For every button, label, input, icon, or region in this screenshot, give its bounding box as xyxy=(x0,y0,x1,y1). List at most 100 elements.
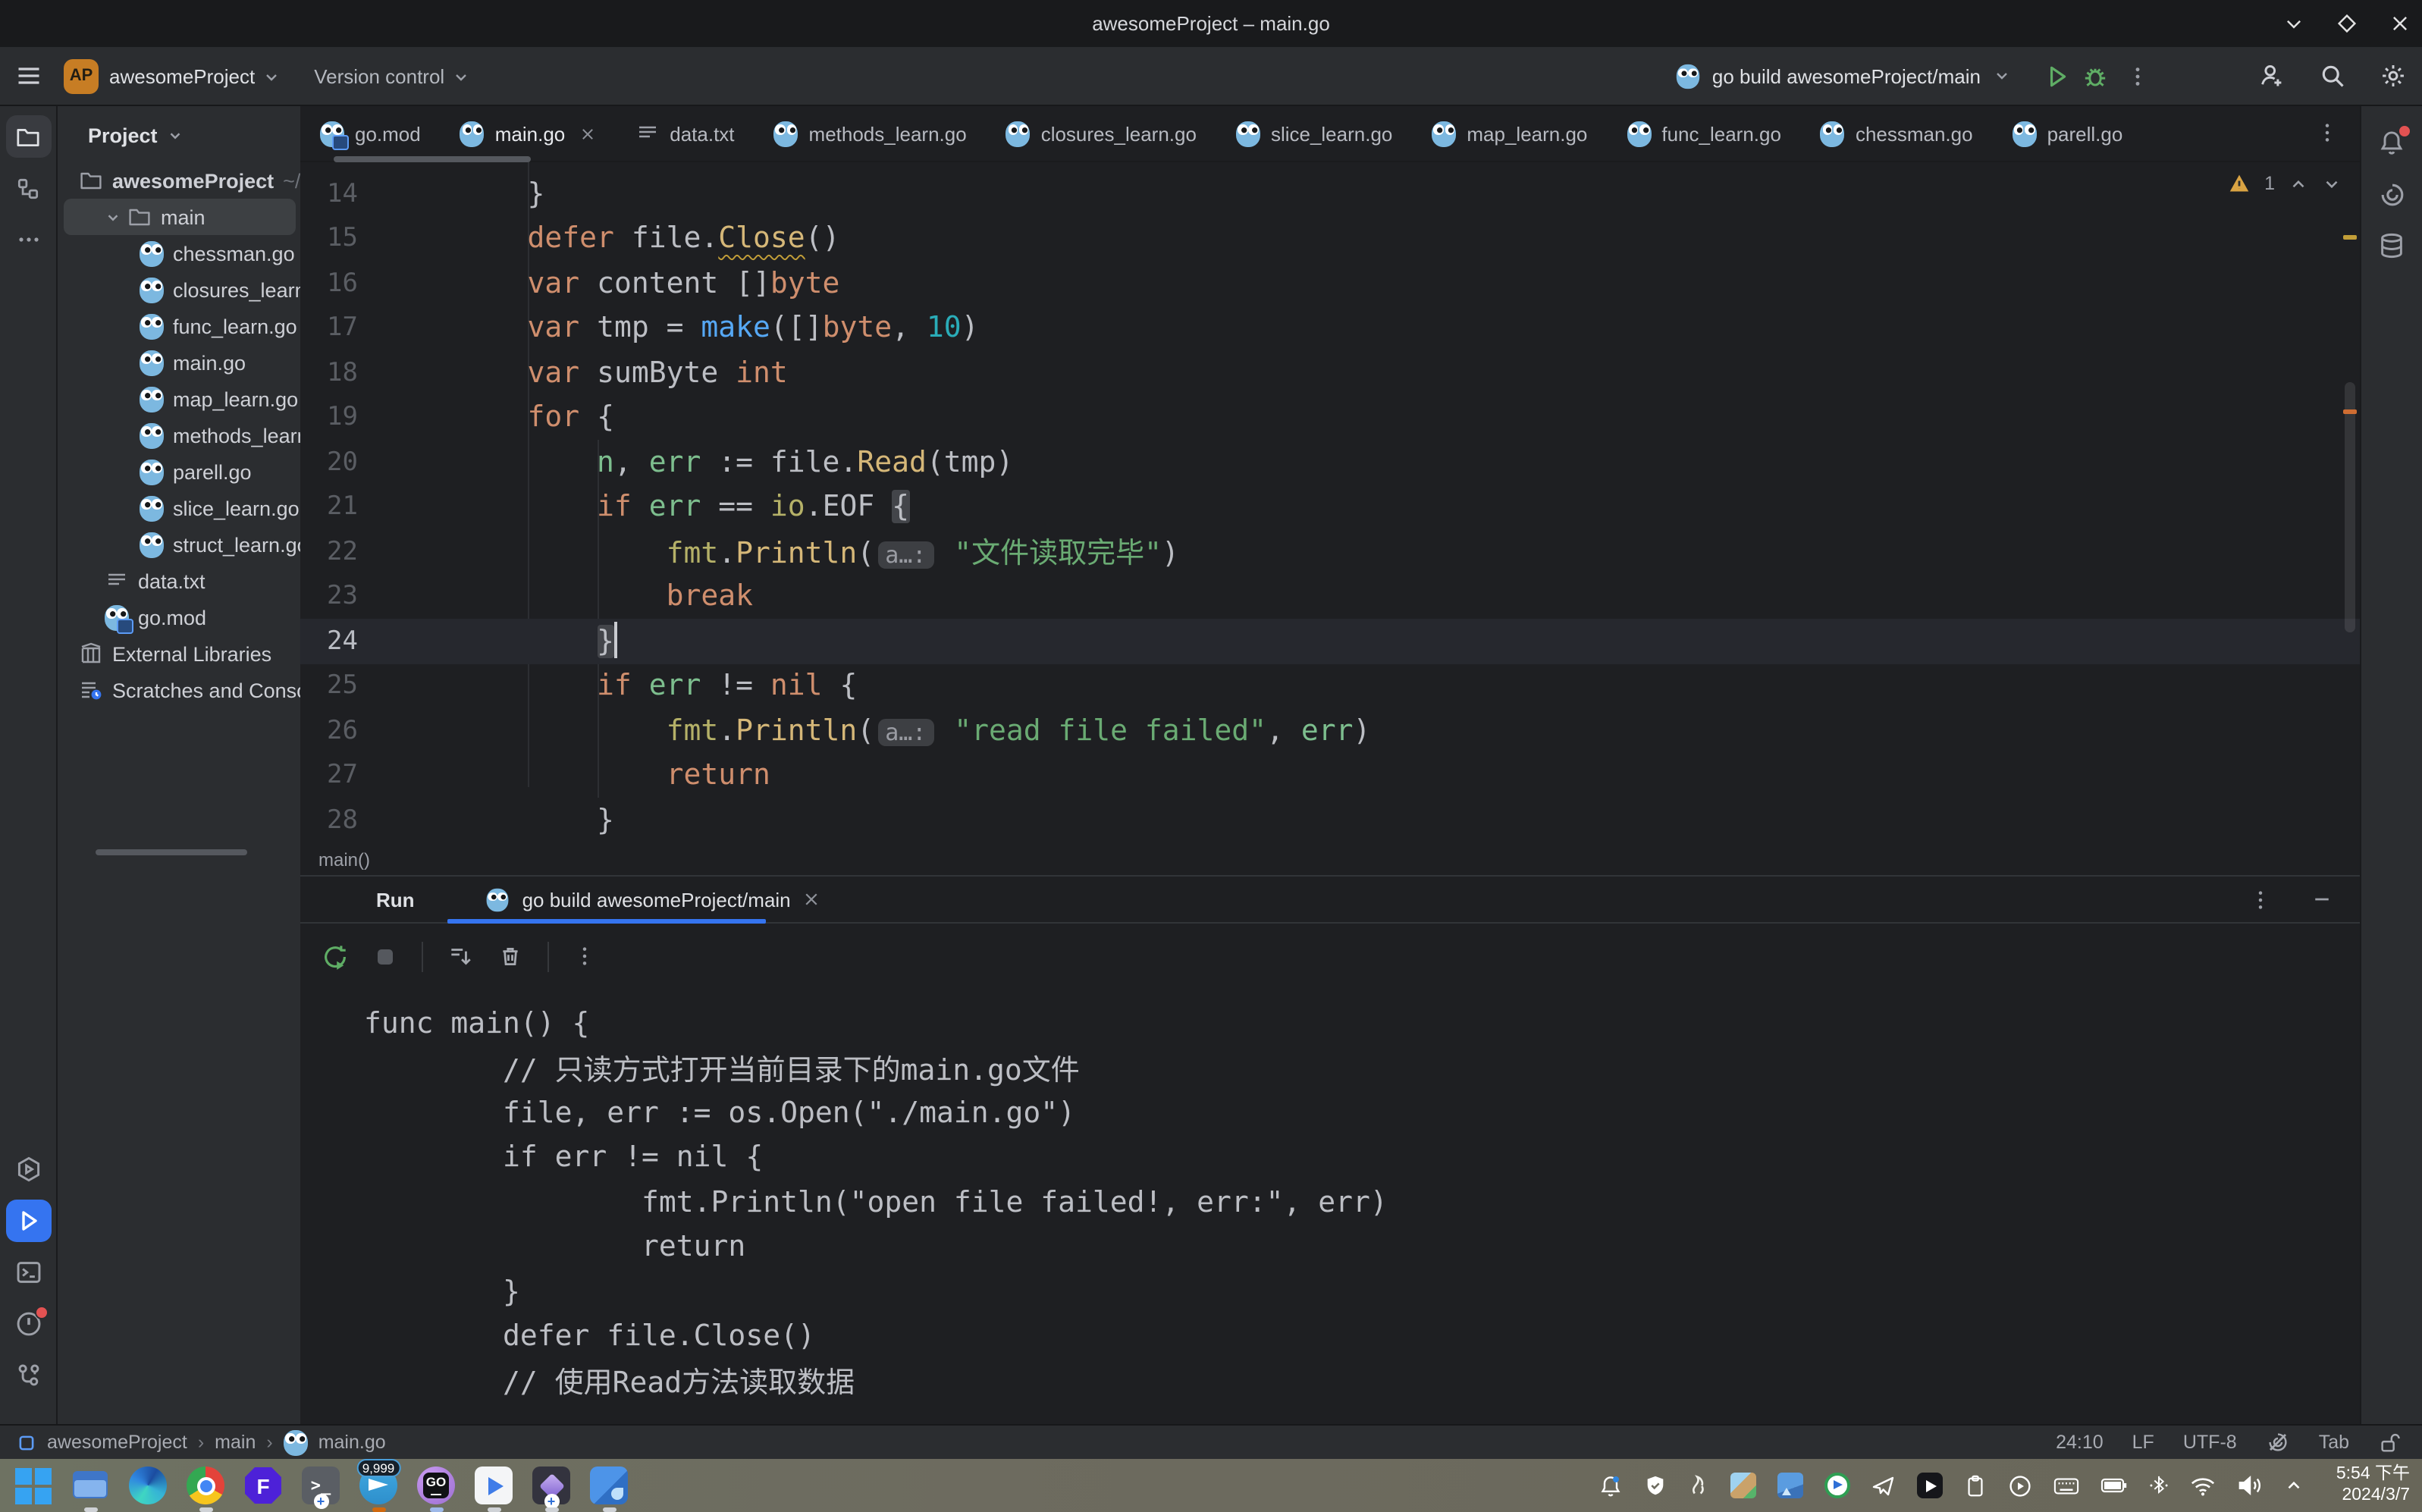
crumb-file[interactable]: main.go xyxy=(318,1432,386,1453)
taskbar-app-fapp[interactable]: F xyxy=(244,1467,282,1504)
code-editor[interactable]: 13 return14 }15 defer file.Close()16 var… xyxy=(300,162,2360,875)
taskbar-clock[interactable]: 5:54 下午 2024/3/7 xyxy=(2336,1464,2410,1506)
close-icon[interactable] xyxy=(2390,14,2410,33)
code-with-me-icon[interactable] xyxy=(2258,62,2286,89)
maximize-icon[interactable] xyxy=(2337,14,2357,33)
tab-options-icon[interactable] xyxy=(2316,121,2339,144)
avatar-tray-icon[interactable] xyxy=(1730,1473,1756,1498)
run-console-output[interactable]: func main() { // 只读方式打开当前目录下的main.go文件 f… xyxy=(300,990,2360,1424)
database-tool-button[interactable] xyxy=(2369,224,2414,267)
search-icon[interactable] xyxy=(2319,62,2346,89)
security-shield-icon[interactable] xyxy=(1644,1474,1667,1497)
terminal-tool-button[interactable] xyxy=(5,1251,51,1294)
run-configuration[interactable]: go build awesomeProject/main xyxy=(1676,63,2149,89)
taskbar-app-player[interactable] xyxy=(475,1467,513,1511)
stop-button[interactable] xyxy=(373,944,397,968)
tree-item-external-libraries[interactable]: External Libraries xyxy=(64,635,296,672)
taskbar-app-explorer[interactable] xyxy=(71,1467,109,1511)
taskbar-app-win[interactable] xyxy=(14,1467,52,1504)
parameter-hint-inlay[interactable]: a…: xyxy=(877,541,934,569)
editor-breadcrumb[interactable]: main() xyxy=(318,849,370,870)
clipboard-tray-icon[interactable] xyxy=(1964,1473,1987,1498)
scroll-to-end-icon[interactable] xyxy=(447,943,473,969)
more-options-icon[interactable] xyxy=(573,945,596,968)
keyboard-tray-icon[interactable] xyxy=(2053,1475,2079,1496)
tab-strip-scrollbar[interactable] xyxy=(334,156,531,162)
file-encoding[interactable]: UTF-8 xyxy=(2183,1432,2237,1453)
more-options-icon[interactable] xyxy=(2249,888,2272,911)
settings-gear-icon[interactable] xyxy=(2380,62,2407,89)
more-tools-icon[interactable] xyxy=(5,218,51,261)
editor-tab-parell-go[interactable]: parell.go xyxy=(1993,106,2143,161)
project-tool-button[interactable] xyxy=(5,115,51,158)
tree-item-data-txt[interactable]: data.txt xyxy=(64,563,296,599)
unlock-icon[interactable] xyxy=(2378,1431,2401,1454)
tree-item-methods-learn-go[interactable]: methods_learn.go xyxy=(64,417,300,453)
structure-tool-button[interactable] xyxy=(5,167,51,209)
inspection-widget[interactable]: 1 xyxy=(2228,173,2342,194)
editor-tab-methods-learn-go[interactable]: methods_learn.go xyxy=(755,106,987,161)
editor-tab-slice-learn-go[interactable]: slice_learn.go xyxy=(1216,106,1412,161)
crumb-project[interactable]: awesomeProject xyxy=(47,1432,187,1453)
proxy-tray-icon[interactable] xyxy=(1824,1473,1850,1498)
git-tool-button[interactable] xyxy=(5,1354,51,1397)
crumb-folder[interactable]: main xyxy=(215,1432,256,1453)
tree-item-struct-learn-go[interactable]: struct_learn.go xyxy=(64,526,300,563)
prev-problem-icon[interactable] xyxy=(2289,174,2308,193)
ai-assistant-off-icon[interactable] xyxy=(2266,1430,2290,1454)
main-menu-icon[interactable] xyxy=(15,62,42,89)
editor-tab-data-txt[interactable]: data.txt xyxy=(615,106,754,161)
tree-item-go-mod[interactable]: go.mod xyxy=(64,599,296,635)
picture-tray-icon[interactable] xyxy=(1777,1473,1803,1498)
rerun-button[interactable] xyxy=(322,943,349,970)
indent-style[interactable]: Tab xyxy=(2319,1432,2349,1453)
taskbar-app-edge[interactable] xyxy=(129,1467,167,1504)
flame-tray-icon[interactable] xyxy=(1688,1474,1709,1497)
editor-vscrollbar[interactable] xyxy=(2345,382,2355,632)
run-tab[interactable]: go build awesomeProject/main xyxy=(486,877,821,922)
tree-item-parell-go[interactable]: parell.go xyxy=(64,453,296,490)
taskbar-app-chrome[interactable] xyxy=(187,1467,224,1511)
volume-tray-icon[interactable] xyxy=(2237,1474,2263,1497)
editor-tab-map-learn-go[interactable]: map_learn.go xyxy=(1412,106,1607,161)
run-button[interactable] xyxy=(2044,63,2070,89)
battery-tray-icon[interactable] xyxy=(2100,1476,2128,1495)
clear-all-icon[interactable] xyxy=(497,943,523,969)
close-icon[interactable] xyxy=(579,125,595,142)
taskbar-app-telegram[interactable]: 9,999 xyxy=(356,1459,401,1511)
tree-item-slice-learn-go[interactable]: slice_learn.go xyxy=(64,490,300,526)
tree-item-main[interactable]: main xyxy=(64,199,296,235)
editor-tab-closures-learn-go[interactable]: closures_learn.go xyxy=(987,106,1216,161)
ai-assistant-tool-button[interactable] xyxy=(2369,173,2414,215)
minimize-icon[interactable] xyxy=(2284,14,2304,33)
project-widget[interactable]: AP awesomeProject xyxy=(42,58,287,93)
project-panel-header[interactable]: Project xyxy=(58,106,300,162)
close-icon[interactable] xyxy=(803,890,821,908)
taskbar-app-crystal[interactable]: + xyxy=(532,1467,570,1511)
vcs-widget[interactable]: Version control xyxy=(314,64,476,87)
wifi-tray-icon[interactable] xyxy=(2190,1475,2216,1496)
caret-position[interactable]: 24:10 xyxy=(2056,1432,2104,1453)
problems-tool-button[interactable] xyxy=(5,1303,51,1345)
telegram-tray-icon[interactable] xyxy=(1871,1473,1896,1498)
tree-item-closures-learn-go[interactable]: closures_learn.go xyxy=(64,271,300,308)
next-problem-icon[interactable] xyxy=(2322,174,2342,193)
editor-tab-func-learn-go[interactable]: func_learn.go xyxy=(1607,106,1801,161)
play-circle-tray-icon[interactable] xyxy=(2008,1473,2032,1498)
notification-bell-icon[interactable] xyxy=(1598,1473,1623,1498)
editor-tab-go-mod[interactable]: go.mod xyxy=(300,106,441,161)
editor-tab-chessman-go[interactable]: chessman.go xyxy=(1801,106,1993,161)
tree-item-chessman-go[interactable]: chessman.go xyxy=(64,235,296,271)
tree-item-map-learn-go[interactable]: map_learn.go xyxy=(64,381,298,417)
services-tool-button[interactable] xyxy=(5,1148,51,1190)
editor-tab-main-go[interactable]: main.go xyxy=(441,106,616,161)
debug-button[interactable] xyxy=(2082,63,2108,89)
project-tree-hscrollbar[interactable] xyxy=(96,849,247,855)
more-actions-icon[interactable] xyxy=(2126,64,2149,87)
chevron-down-icon[interactable] xyxy=(105,209,121,225)
hide-panel-icon[interactable] xyxy=(2311,888,2333,911)
taskbar-app-goland[interactable]: GO xyxy=(417,1467,455,1511)
tree-item-awesomeproject[interactable]: awesomeProject ~/Gola xyxy=(64,162,300,199)
notifications-tool-button[interactable] xyxy=(2369,121,2414,164)
media-tray-icon[interactable] xyxy=(1917,1473,1943,1498)
